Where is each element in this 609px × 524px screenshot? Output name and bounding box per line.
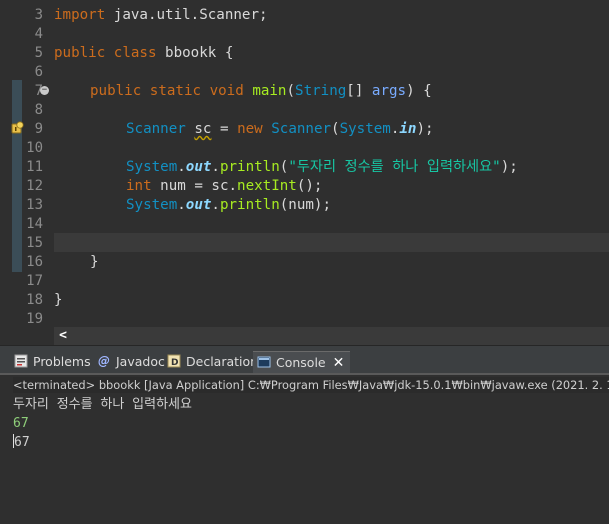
static-field-token: in bbox=[399, 121, 417, 137]
code-line-3: import java.util.Scanner; bbox=[54, 6, 268, 25]
keyword-token: int bbox=[126, 178, 152, 194]
tab-javadoc[interactable]: @ Javadoc bbox=[97, 352, 165, 372]
keyword-token: public bbox=[90, 83, 142, 99]
code-text: [] bbox=[346, 83, 372, 99]
code-text: = bbox=[211, 121, 238, 137]
code-line-13: System.out.println(num); bbox=[126, 196, 331, 215]
code-line-12: int num = sc.nextInt(); bbox=[126, 177, 322, 196]
fold-collapse-icon[interactable]: − bbox=[40, 86, 49, 95]
warning-variable-token: sc bbox=[194, 121, 212, 137]
line-number: 3 bbox=[34, 7, 43, 23]
code-line-11: System.out.println("두자리 정수를 하나 입력하세요"); bbox=[126, 158, 518, 177]
tab-declaration[interactable]: D Declaration bbox=[167, 352, 258, 372]
horizontal-scrollbar[interactable]: < bbox=[54, 327, 609, 345]
keyword-token: import bbox=[54, 7, 106, 23]
line-number: 16 bbox=[26, 254, 43, 270]
tab-problems[interactable]: Problems bbox=[14, 352, 91, 372]
code-line-18: } bbox=[54, 292, 63, 308]
line-number: 14 bbox=[26, 216, 43, 232]
code-text: . bbox=[211, 197, 220, 213]
code-text: ( bbox=[286, 83, 296, 99]
bottom-panel: Problems @ Javadoc D Declaration Console… bbox=[0, 345, 609, 524]
console-icon bbox=[257, 356, 271, 368]
code-text: . bbox=[177, 197, 186, 213]
type-token: System bbox=[126, 197, 178, 213]
line-number: 18 bbox=[26, 292, 43, 308]
code-line-7: public static void main(String[] args) { bbox=[90, 82, 432, 101]
console-output-line: 67 bbox=[13, 433, 609, 452]
code-text: . bbox=[177, 159, 186, 175]
code-text: (num); bbox=[279, 197, 332, 213]
line-number: 15 bbox=[26, 235, 43, 251]
console-output-line: 두자리 정수를 하나 입력하세요 bbox=[13, 397, 192, 412]
code-text: (); bbox=[296, 178, 323, 194]
keyword-token: public bbox=[54, 45, 106, 61]
line-number: 4 bbox=[34, 26, 43, 42]
tab-label: Problems bbox=[33, 354, 91, 369]
console-status-line: <terminated> bbookk [Java Application] C… bbox=[13, 377, 609, 393]
tab-label: Javadoc bbox=[116, 354, 165, 369]
console-output-text: 67 bbox=[14, 435, 30, 450]
line-number: 13 bbox=[26, 197, 43, 213]
problems-icon bbox=[14, 354, 28, 368]
type-token: System bbox=[126, 159, 178, 175]
line-number: 8 bbox=[34, 102, 43, 118]
line-number: 11 bbox=[26, 159, 43, 175]
warning-bulb-icon[interactable] bbox=[11, 121, 24, 134]
code-editor[interactable]: 3 4 5 6 7 8 9 10 11 12 13 14 15 16 17 18 19 − import jav… bbox=[0, 0, 609, 345]
javadoc-icon: @ bbox=[98, 354, 110, 368]
parameter-token: args bbox=[371, 83, 407, 99]
code-text: ) { bbox=[406, 83, 432, 99]
keyword-token: static bbox=[149, 83, 202, 99]
keyword-token: void bbox=[209, 83, 244, 99]
scroll-left-arrow-icon[interactable]: < bbox=[56, 327, 70, 345]
tab-label: Console bbox=[276, 355, 326, 370]
editor-gutter: 3 4 5 6 7 8 9 10 11 12 13 14 15 16 17 18 19 − bbox=[0, 0, 49, 345]
string-token: "두자리 정수를 하나 입력하세요" bbox=[288, 159, 501, 175]
console-input-line: 67 bbox=[13, 416, 29, 431]
line-number: 9 bbox=[34, 121, 43, 137]
type-token: Scanner bbox=[271, 121, 332, 137]
code-text: ); bbox=[500, 159, 518, 175]
svg-text:D: D bbox=[171, 358, 178, 368]
line-number: 5 bbox=[34, 45, 43, 61]
keyword-token: new bbox=[237, 121, 263, 137]
type-token: System bbox=[339, 121, 391, 137]
static-field-token: out bbox=[185, 197, 212, 213]
code-line-5: public class bbookk { bbox=[54, 44, 233, 63]
change-ruler bbox=[12, 80, 22, 272]
type-token: String bbox=[295, 83, 347, 99]
method-token: nextInt bbox=[237, 178, 297, 194]
declaration-icon: D bbox=[167, 354, 181, 368]
panel-tab-bar: Problems @ Javadoc D Declaration Console… bbox=[0, 346, 609, 375]
code-line-9: Scanner sc = new Scanner(System.in); bbox=[126, 120, 434, 139]
console-output[interactable]: 두자리 정수를 하나 입력하세요 67 67 bbox=[13, 395, 609, 452]
code-text: . bbox=[211, 159, 220, 175]
line-number: 10 bbox=[26, 140, 43, 156]
code-text: ( bbox=[331, 121, 340, 137]
close-icon[interactable]: ✕ bbox=[333, 352, 345, 374]
tab-label: Declaration bbox=[186, 354, 259, 369]
line-number: 6 bbox=[34, 64, 43, 80]
current-line-highlight bbox=[54, 233, 609, 252]
code-text: ); bbox=[416, 121, 434, 137]
keyword-token: class bbox=[113, 45, 157, 61]
line-number: 19 bbox=[26, 311, 43, 327]
code-text: num = sc. bbox=[151, 178, 238, 194]
type-token: Scanner bbox=[126, 121, 186, 137]
code-text: bbookk { bbox=[156, 45, 234, 61]
code-line-16: } bbox=[90, 254, 99, 270]
method-token: main bbox=[252, 83, 287, 99]
line-number: 17 bbox=[26, 273, 43, 289]
method-token: println bbox=[219, 159, 280, 175]
code-text: java.util.Scanner; bbox=[105, 7, 268, 23]
tab-console[interactable]: Console ✕ bbox=[253, 351, 351, 374]
method-token: println bbox=[219, 197, 280, 213]
svg-text:@: @ bbox=[98, 354, 110, 368]
line-number: 12 bbox=[26, 178, 43, 194]
static-field-token: out bbox=[185, 159, 212, 175]
